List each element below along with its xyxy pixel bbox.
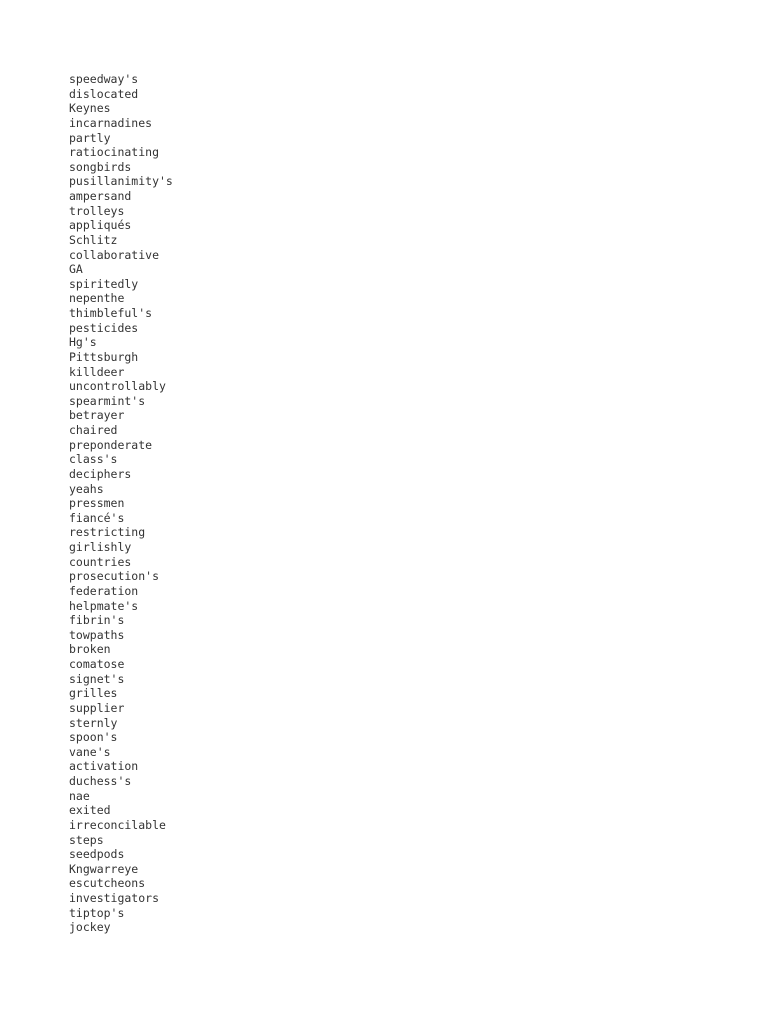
list-item: songbirds bbox=[69, 159, 132, 174]
list-item: pusillanimity's bbox=[69, 174, 173, 189]
list-item: pressmen bbox=[69, 496, 125, 511]
list-item: towpaths bbox=[69, 627, 125, 642]
list-item: dislocated bbox=[69, 86, 139, 101]
list-item: nepenthe bbox=[69, 291, 125, 306]
list-item: ampersand bbox=[69, 189, 132, 203]
list-item: yeahs bbox=[69, 481, 104, 496]
list-item: pesticides bbox=[69, 320, 139, 335]
list-item: sternly bbox=[69, 715, 118, 730]
list-item: collaborative bbox=[69, 247, 160, 262]
list-item: Keynes bbox=[69, 101, 111, 116]
list-item: escutcheons bbox=[69, 876, 146, 891]
list-item: restricting bbox=[69, 525, 146, 540]
list-item: class's bbox=[69, 452, 118, 467]
list-item: Schlitz bbox=[69, 232, 118, 247]
list-item: thimbleful's bbox=[69, 306, 153, 320]
list-item: helpmate's bbox=[69, 598, 139, 613]
list-item: comatose bbox=[69, 657, 125, 671]
list-item: seedpods bbox=[69, 847, 125, 862]
list-item: partly bbox=[69, 130, 111, 145]
list-item: betrayer bbox=[69, 408, 125, 423]
list-item: supplier bbox=[69, 700, 125, 715]
list-item: fibrin's bbox=[69, 613, 125, 628]
list-item: countries bbox=[69, 554, 132, 569]
document-page: speedway's dislocated Keynes incarnadines pa… bbox=[0, 0, 768, 1024]
list-item: jockey bbox=[69, 920, 111, 935]
list-item: spearmint's bbox=[69, 393, 146, 408]
list-item: vane's bbox=[69, 744, 111, 759]
list-item: ratiocinating bbox=[69, 145, 160, 160]
list-item: nae bbox=[69, 788, 90, 803]
list-item: broken bbox=[69, 642, 111, 657]
list-item: incarnadines bbox=[69, 115, 153, 130]
list-item: trolleys bbox=[69, 203, 125, 218]
list-item: fiancé's bbox=[69, 510, 125, 525]
list-item: signet's bbox=[69, 671, 125, 686]
list-item: tiptop's bbox=[69, 905, 125, 920]
list-item: prosecution's bbox=[69, 569, 160, 584]
list-item: investigators bbox=[69, 891, 160, 905]
list-item: Hg's bbox=[69, 335, 97, 350]
list-item: uncontrollably bbox=[69, 379, 166, 394]
list-item: deciphers bbox=[69, 466, 132, 481]
list-item: GA bbox=[69, 262, 83, 277]
list-item: Kngwarreye bbox=[69, 861, 139, 876]
list-item: duchess's bbox=[69, 774, 132, 788]
list-item: spoon's bbox=[69, 730, 118, 745]
list-item: speedway's bbox=[69, 72, 139, 86]
list-item: killdeer bbox=[69, 364, 125, 379]
list-item: preponderate bbox=[69, 437, 153, 452]
list-item: steps bbox=[69, 832, 104, 847]
list-item: federation bbox=[69, 583, 139, 598]
list-item: girlishly bbox=[69, 540, 132, 554]
list-item: grilles bbox=[69, 686, 118, 701]
list-item: spiritedly bbox=[69, 276, 139, 291]
list-item: Pittsburgh bbox=[69, 349, 139, 364]
list-item: exited bbox=[69, 803, 111, 818]
list-item: irreconcilable bbox=[69, 817, 166, 832]
list-item: appliqués bbox=[69, 218, 132, 233]
word-list: speedway's dislocated Keynes incarnadines pa… bbox=[69, 72, 173, 935]
list-item: chaired bbox=[69, 423, 118, 437]
list-item: activation bbox=[69, 759, 139, 774]
